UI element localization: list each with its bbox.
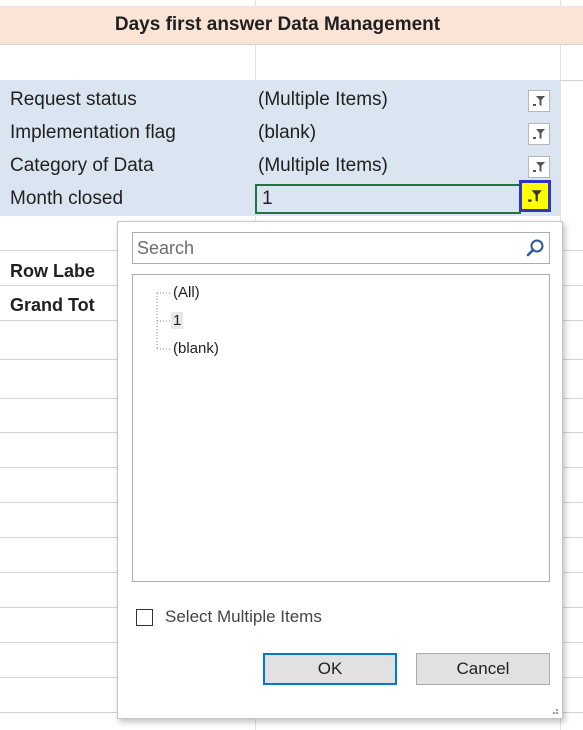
- filter-item-1[interactable]: 1: [171, 312, 184, 329]
- filter-row-category-of-data: Category of Data (Multiple Items): [0, 150, 560, 184]
- filter-label: Request status: [10, 89, 137, 110]
- filter-row-request-status: Request status (Multiple Items): [0, 84, 560, 118]
- filter-item-all[interactable]: (All): [173, 284, 200, 301]
- page-title: Days first answer Data Management: [114, 14, 441, 35]
- filter-dropdown-panel: Search (All) 1 (blank) Select Multiple I…: [117, 221, 563, 719]
- filter-dropdown-button-active[interactable]: [519, 180, 551, 212]
- filter-row-implementation-flag: Implementation flag (blank): [0, 117, 560, 151]
- search-input[interactable]: Search: [132, 232, 550, 264]
- filter-label: Implementation flag: [10, 122, 176, 143]
- filter-label: Category of Data: [10, 155, 154, 176]
- select-multiple-items-option[interactable]: Select Multiple Items: [136, 606, 322, 628]
- filter-value[interactable]: (blank): [258, 122, 316, 144]
- row-divider: [0, 44, 583, 45]
- filter-value-month-closed: 1: [262, 188, 273, 209]
- active-cell-month-closed[interactable]: [255, 184, 521, 214]
- filter-funnel-icon: [533, 162, 545, 172]
- ok-button[interactable]: OK: [263, 653, 397, 685]
- filter-value[interactable]: (Multiple Items): [258, 155, 388, 177]
- filter-value[interactable]: (Multiple Items): [258, 89, 388, 111]
- spreadsheet: Days first answer Data Management Reques…: [0, 0, 583, 730]
- search-placeholder: Search: [137, 238, 195, 258]
- filter-item-blank[interactable]: (blank): [173, 340, 219, 357]
- filter-dropdown-button[interactable]: [528, 123, 550, 145]
- resize-grip-icon[interactable]: [549, 705, 559, 715]
- filter-dropdown-button[interactable]: [528, 90, 550, 112]
- filter-item-list[interactable]: (All) 1 (blank): [132, 274, 550, 582]
- pivot-row-labels-header: Row Labe: [10, 261, 96, 281]
- pivot-grand-total: Grand Tot: [10, 295, 95, 315]
- title-cell[interactable]: Days first answer Data Management: [0, 6, 583, 44]
- search-icon: [526, 239, 544, 257]
- filter-funnel-icon: [533, 129, 545, 139]
- filter-label: Month closed: [10, 188, 124, 209]
- filter-funnel-icon: [528, 190, 542, 202]
- cancel-button[interactable]: Cancel: [416, 653, 550, 685]
- filter-dropdown-button[interactable]: [528, 156, 550, 178]
- select-multiple-checkbox[interactable]: [136, 608, 153, 626]
- filter-funnel-icon: [533, 96, 545, 106]
- select-multiple-label: Select Multiple Items: [165, 607, 322, 626]
